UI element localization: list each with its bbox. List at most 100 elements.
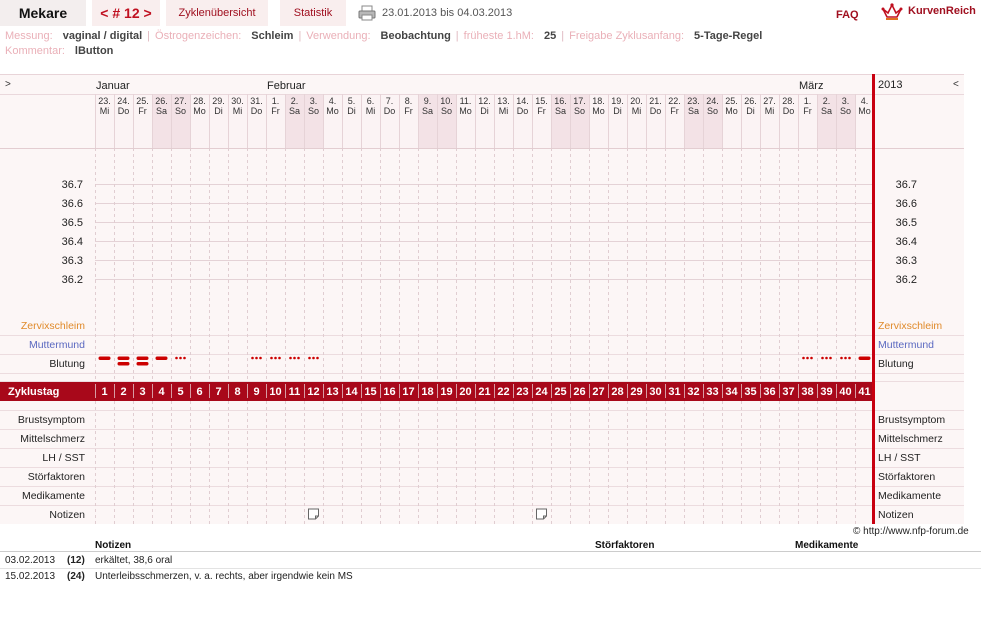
cycle-day-number: 37 xyxy=(782,386,794,398)
bleeding-spotting-dot xyxy=(821,356,824,360)
temperature-label-right: 36.7 xyxy=(896,179,917,191)
cycle-day-number: 14 xyxy=(345,386,358,398)
day-number: 1. xyxy=(804,96,812,106)
day-number: 17. xyxy=(573,96,586,106)
weekday-label: So xyxy=(308,106,319,116)
meta-separator: | xyxy=(147,30,151,42)
day-number: 24. xyxy=(706,96,719,106)
bleeding-medium-mark xyxy=(98,356,111,360)
weekday-label: Mo xyxy=(193,106,206,116)
tab-statistics[interactable]: Statistik xyxy=(280,0,346,26)
meta-value: Beobachtung xyxy=(380,30,451,42)
weekday-label: Mi xyxy=(765,106,775,116)
month-label: März xyxy=(799,80,823,92)
day-number: 8. xyxy=(405,96,413,106)
weekday-label: Mi xyxy=(632,106,642,116)
month-label: Februar xyxy=(267,80,306,92)
weekday-label: Di xyxy=(613,106,622,116)
printer-icon[interactable] xyxy=(358,5,376,21)
weekday-label: Mi xyxy=(366,106,376,116)
note-icon[interactable] xyxy=(308,508,319,520)
meta-value: Schleim xyxy=(251,30,294,42)
cycle-day-number: 27 xyxy=(592,386,604,398)
faq-link[interactable]: FAQ xyxy=(836,0,859,30)
row-label-right-med: Medikamente xyxy=(878,490,941,502)
day-number: 15. xyxy=(535,96,548,106)
temperature-label-right: 36.3 xyxy=(896,255,917,267)
bleeding-spotting-dot xyxy=(312,356,315,360)
cycle-day-number: 2 xyxy=(120,386,126,398)
weekday-label: Sa xyxy=(422,106,433,116)
row-label-right-cervix_pos: Muttermund xyxy=(878,339,934,351)
weekday-label: So xyxy=(441,106,452,116)
weekday-label: Sa xyxy=(156,106,167,116)
row-label-right-lh: LH / SST xyxy=(878,452,921,464)
weekday-label: Do xyxy=(517,106,529,116)
meta-label: Freigabe Zyklusanfang: xyxy=(569,30,685,42)
day-number: 4. xyxy=(329,96,337,106)
row-label-left-cervix: Zervixschleim xyxy=(21,320,85,332)
bleeding-spotting-dot xyxy=(829,356,832,360)
day-number: 25. xyxy=(136,96,149,106)
day-number: 11. xyxy=(460,96,472,106)
cycle-day-number: 38 xyxy=(801,386,813,398)
cycle-day-number: 36 xyxy=(763,386,775,398)
day-number: 19. xyxy=(611,96,624,106)
meta-value: 25 xyxy=(543,30,557,42)
bleeding-spotting-dot xyxy=(297,356,300,360)
cycle-day-number: 41 xyxy=(858,386,870,398)
temperature-label-left: 36.5 xyxy=(62,217,83,229)
temperature-label-right: 36.6 xyxy=(896,198,917,210)
bleeding-spotting-dot xyxy=(289,356,292,360)
cycle-day-number: 10 xyxy=(269,386,281,398)
medikamente-column-header: Medikamente xyxy=(795,540,859,551)
bleeding-spotting-dot xyxy=(802,356,805,360)
weekday-label: Fr xyxy=(271,106,280,116)
tab-cycle-overview[interactable]: Zyklenübersicht xyxy=(166,0,268,26)
meta-value: vaginal / digital xyxy=(62,30,143,42)
weekday-label: Mi xyxy=(100,106,110,116)
note-icon-body xyxy=(536,508,547,520)
brand-name[interactable]: KurvenReich xyxy=(908,0,976,22)
bleeding-medium-mark xyxy=(155,356,168,360)
note-icon[interactable] xyxy=(536,508,547,520)
cycle-day-number: 13 xyxy=(326,386,338,398)
cycle-day-number: 16 xyxy=(383,386,395,398)
cycle-day-number: 29 xyxy=(630,386,642,398)
meta-comment: Kommentar: lButton xyxy=(5,44,113,58)
crown-logo-icon[interactable] xyxy=(881,2,903,22)
meta-separator: | xyxy=(455,30,459,42)
bleeding-spotting-dot xyxy=(259,356,262,360)
weekday-label: Sa xyxy=(289,106,300,116)
day-number: 22. xyxy=(668,96,681,106)
day-number: 18. xyxy=(592,96,605,106)
day-number: 27. xyxy=(763,96,776,106)
temperature-label-left: 36.6 xyxy=(62,198,83,210)
day-number: 28. xyxy=(782,96,795,106)
weekday-label: Do xyxy=(384,106,396,116)
day-number: 6. xyxy=(367,96,375,106)
day-number: 26. xyxy=(155,96,168,106)
row-label-left-med: Medikamente xyxy=(22,490,85,502)
month-label: Januar xyxy=(96,80,130,92)
day-number: 9. xyxy=(424,96,432,106)
cycle-day-number: 5 xyxy=(177,386,183,398)
cycle-day-number: 28 xyxy=(611,386,623,398)
day-number: 7. xyxy=(386,96,394,106)
cycle-day-number: 22 xyxy=(497,386,509,398)
day-number: 10. xyxy=(440,96,453,106)
copyright[interactable]: © http://www.nfp-forum.de xyxy=(853,526,969,537)
bleeding-spotting-dot xyxy=(179,356,182,360)
day-number: 31. xyxy=(250,96,263,106)
notes-column-header: Notizen xyxy=(95,540,132,551)
cycle-day-number: 25 xyxy=(554,386,566,398)
bleeding-spotting-dot xyxy=(278,356,281,360)
cycle-day-number: 6 xyxy=(196,386,202,398)
cycle-navigator[interactable]: < # 12 > xyxy=(92,0,160,26)
day-number: 21. xyxy=(649,96,662,106)
weekday-label: So xyxy=(175,106,186,116)
weekday-label: Sa xyxy=(555,106,566,116)
weekday-label: Mi xyxy=(233,106,243,116)
day-number: 2. xyxy=(291,96,299,106)
cycle-day-number: 3 xyxy=(139,386,145,398)
